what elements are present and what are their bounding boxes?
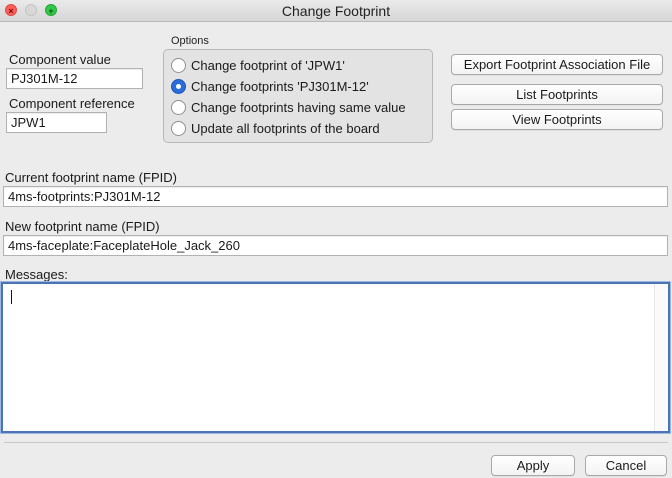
messages-textarea[interactable]: [1, 282, 670, 433]
radio-button-selected-icon[interactable]: [171, 78, 186, 94]
list-footprints-button[interactable]: List Footprints: [451, 84, 663, 105]
export-footprint-association-button[interactable]: Export Footprint Association File: [451, 54, 663, 75]
radio-button-icon[interactable]: [171, 57, 186, 73]
radio-button-icon[interactable]: [171, 120, 186, 136]
option-label: Change footprints 'PJ301M-12': [191, 78, 369, 94]
footer-separator: [4, 442, 668, 443]
radio-button-icon[interactable]: [171, 99, 186, 115]
window-title: Change Footprint: [281, 3, 391, 19]
messages-label: Messages:: [5, 267, 68, 282]
component-reference-label: Component reference: [9, 96, 135, 111]
component-reference-field[interactable]: JPW1: [6, 112, 107, 133]
option-label: Update all footprints of the board: [191, 120, 380, 136]
messages-scrollbar[interactable]: [654, 284, 668, 431]
component-value-label: Component value: [9, 52, 111, 67]
option-change-footprints-by-value-name[interactable]: Change footprints 'PJ301M-12': [171, 77, 369, 95]
new-fpid-field[interactable]: 4ms-faceplate:FaceplateHole_Jack_260: [3, 235, 668, 256]
option-label: Change footprint of 'JPW1': [191, 57, 345, 73]
apply-button[interactable]: Apply: [491, 455, 575, 476]
new-fpid-label: New footprint name (FPID): [5, 219, 160, 234]
option-label: Change footprints having same value: [191, 99, 406, 115]
change-footprint-dialog: × + Change Footprint Component value PJ3…: [0, 0, 672, 478]
cancel-button[interactable]: Cancel: [585, 455, 667, 476]
text-cursor: [11, 290, 12, 304]
option-update-all-footprints[interactable]: Update all footprints of the board: [171, 119, 380, 137]
title-bar: × + Change Footprint: [0, 0, 672, 22]
current-fpid-label: Current footprint name (FPID): [5, 170, 177, 185]
component-value-field[interactable]: PJ301M-12: [6, 68, 143, 89]
view-footprints-button[interactable]: View Footprints: [451, 109, 663, 130]
current-fpid-field[interactable]: 4ms-footprints:PJ301M-12: [3, 186, 668, 207]
option-change-footprint-of-reference[interactable]: Change footprint of 'JPW1': [171, 56, 345, 74]
option-change-footprints-same-value[interactable]: Change footprints having same value: [171, 98, 406, 116]
options-group-title: Options: [171, 35, 209, 47]
